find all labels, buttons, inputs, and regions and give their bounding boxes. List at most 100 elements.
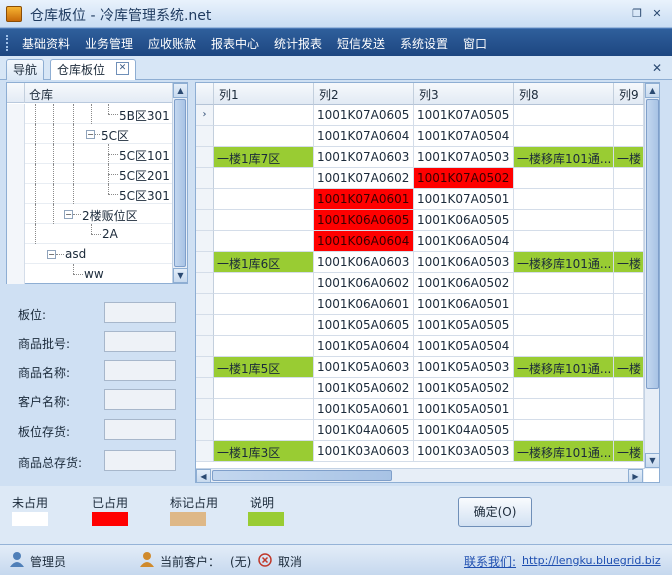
grid-cell[interactable] — [214, 399, 314, 420]
row-header[interactable] — [196, 399, 214, 420]
panel-close-icon[interactable]: ✕ — [652, 61, 662, 75]
grid-cell[interactable]: 1001K07A0501 — [414, 189, 514, 210]
menu-business[interactable]: 业务管理 — [85, 35, 133, 52]
row-header[interactable] — [196, 168, 214, 189]
slot-field[interactable] — [104, 302, 176, 323]
batch-number-field[interactable] — [104, 331, 176, 352]
scroll-thumb[interactable] — [646, 99, 659, 389]
column-header[interactable]: 列1 — [214, 83, 314, 105]
grid-cell[interactable] — [514, 189, 614, 210]
grid-cell[interactable] — [614, 294, 644, 315]
row-header[interactable] — [196, 441, 214, 462]
menu-settings[interactable]: 系统设置 — [400, 35, 448, 52]
menu-statistics[interactable]: 统计报表 — [274, 35, 322, 52]
scroll-left-icon[interactable]: ◀ — [196, 469, 211, 482]
grid-cell[interactable]: 一楼 — [614, 441, 644, 462]
tree-node[interactable]: − 5C区 — [7, 124, 173, 144]
scroll-right-icon[interactable]: ▶ — [628, 469, 643, 482]
collapse-icon[interactable]: − — [47, 250, 56, 259]
row-header[interactable]: › — [196, 105, 214, 126]
grid-cell[interactable]: 1001K05A0605 — [314, 315, 414, 336]
grid-cell[interactable] — [514, 378, 614, 399]
grid-cell[interactable]: 1001K07A0505 — [414, 105, 514, 126]
tab-close-icon[interactable]: ✕ — [116, 62, 129, 75]
grid-cell[interactable]: 1001K07A0503 — [414, 147, 514, 168]
row-header[interactable] — [196, 252, 214, 273]
grid-cell[interactable]: 1001K06A0603 — [314, 252, 414, 273]
column-header[interactable]: 列3 — [414, 83, 514, 105]
grid-cell[interactable] — [614, 105, 644, 126]
grid-cell[interactable]: 一楼 — [614, 147, 644, 168]
grid-cell[interactable] — [514, 315, 614, 336]
tree-node[interactable]: 5C区101 — [7, 144, 173, 164]
grid-cell[interactable] — [514, 105, 614, 126]
cancel-icon[interactable] — [258, 553, 272, 567]
customer-name-field[interactable] — [104, 389, 176, 410]
grid-cell[interactable]: 1001K07A0601 — [314, 189, 414, 210]
tree-node[interactable]: 5C区301 — [7, 184, 173, 204]
grid-cell[interactable]: 1001K05A0603 — [314, 357, 414, 378]
grid-cell[interactable]: 1001K06A0505 — [414, 210, 514, 231]
grid-cell[interactable] — [214, 336, 314, 357]
grid-cell[interactable] — [614, 189, 644, 210]
grid-cell[interactable] — [514, 420, 614, 441]
grid-cell[interactable] — [214, 420, 314, 441]
row-header[interactable] — [196, 231, 214, 252]
grid-cell[interactable] — [214, 315, 314, 336]
grid-cell[interactable] — [214, 126, 314, 147]
row-header[interactable] — [196, 336, 214, 357]
scroll-down-icon[interactable]: ▼ — [645, 453, 659, 468]
menu-basic-data[interactable]: 基础资料 — [22, 35, 70, 52]
grid-vertical-scrollbar[interactable]: ▲ ▼ — [644, 83, 659, 469]
tree-node[interactable]: ww — [7, 264, 173, 284]
slot-stock-field[interactable] — [104, 419, 176, 440]
row-header[interactable] — [196, 189, 214, 210]
menu-receivables[interactable]: 应收账款 — [148, 35, 196, 52]
contact-link[interactable]: http://lengku.bluegrid.biz — [522, 554, 661, 567]
tree-node[interactable]: 2A — [7, 224, 173, 244]
grid-cell[interactable] — [214, 294, 314, 315]
grid-cell[interactable]: 1001K06A0602 — [314, 273, 414, 294]
grid-cell[interactable]: 1001K06A0502 — [414, 273, 514, 294]
restore-icon[interactable]: ❐ — [630, 7, 644, 21]
collapse-icon[interactable]: − — [64, 210, 73, 219]
grid-cell[interactable]: 1001K05A0601 — [314, 399, 414, 420]
close-icon[interactable]: ✕ — [650, 7, 664, 21]
row-header[interactable] — [196, 147, 214, 168]
grid-cell[interactable] — [214, 168, 314, 189]
row-header[interactable] — [196, 210, 214, 231]
tree-node[interactable]: − asd — [7, 244, 173, 264]
menu-window[interactable]: 窗口 — [463, 35, 487, 52]
grid-cell[interactable]: 1001K05A0501 — [414, 399, 514, 420]
grid-cell[interactable] — [514, 231, 614, 252]
grid-cell[interactable]: 1001K03A0503 — [414, 441, 514, 462]
grid-cell[interactable]: 1001K06A0605 — [314, 210, 414, 231]
grid-cell[interactable]: 1001K05A0504 — [414, 336, 514, 357]
menu-report-center[interactable]: 报表中心 — [211, 35, 259, 52]
grid-cell[interactable]: 1001K07A0502 — [414, 168, 514, 189]
grid-cell[interactable]: 1001K06A0503 — [414, 252, 514, 273]
grid-cell[interactable] — [614, 315, 644, 336]
row-header[interactable] — [196, 273, 214, 294]
total-stock-field[interactable] — [104, 450, 176, 471]
grid-cell[interactable]: 一楼1库6区 — [214, 252, 314, 273]
grid-cell[interactable] — [614, 399, 644, 420]
grid-cell[interactable]: 1001K04A0505 — [414, 420, 514, 441]
grid-cell[interactable] — [614, 273, 644, 294]
scroll-thumb[interactable] — [212, 470, 392, 481]
grid-horizontal-scrollbar[interactable]: ◀ ▶ — [196, 468, 644, 482]
grid-cell[interactable]: 一楼移库101通... — [514, 441, 614, 462]
tab-navigation[interactable]: 导航 — [6, 59, 45, 80]
scroll-up-icon[interactable]: ▲ — [173, 83, 188, 98]
grid-cell[interactable] — [614, 420, 644, 441]
grid-cell[interactable] — [614, 378, 644, 399]
grid-cell[interactable]: 1001K06A0501 — [414, 294, 514, 315]
grid-cell[interactable]: 1001K07A0602 — [314, 168, 414, 189]
row-header[interactable] — [196, 357, 214, 378]
collapse-icon[interactable]: − — [86, 130, 95, 139]
grid-cell[interactable]: 1001K06A0604 — [314, 231, 414, 252]
grid-cell[interactable]: 一楼移库101通... — [514, 147, 614, 168]
grid-cell[interactable]: 1001K07A0604 — [314, 126, 414, 147]
grid-cell[interactable] — [614, 168, 644, 189]
grid-cell[interactable]: 一楼1库7区 — [214, 147, 314, 168]
